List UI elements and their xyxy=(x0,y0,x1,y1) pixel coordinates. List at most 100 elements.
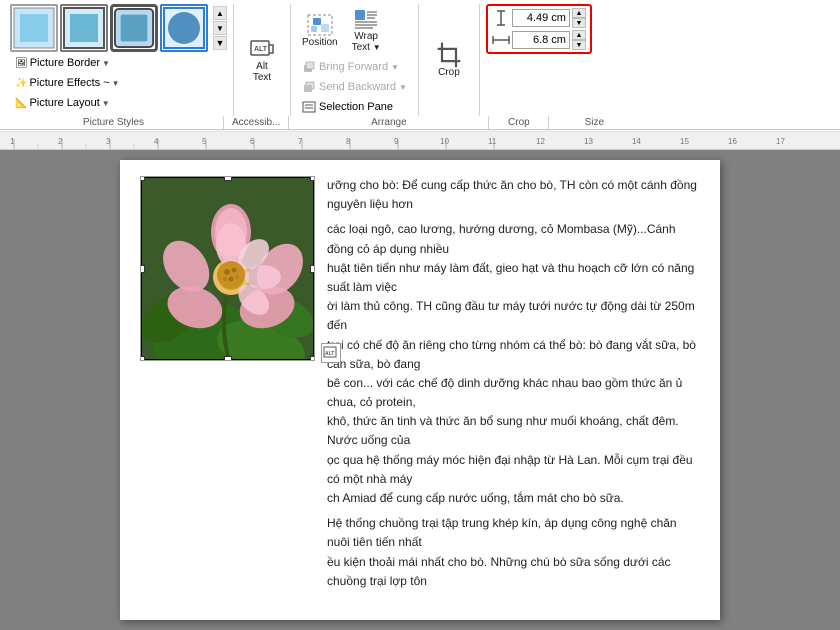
svg-text:12: 12 xyxy=(536,137,545,146)
ps-style-3[interactable] xyxy=(110,4,158,52)
svg-text:17: 17 xyxy=(776,137,785,146)
selection-pane-btn[interactable]: Selection Pane xyxy=(297,98,412,116)
alt-text-floating-btn[interactable]: ALT xyxy=(321,343,341,363)
svg-text:13: 13 xyxy=(584,137,593,146)
svg-text:10: 10 xyxy=(440,137,449,146)
bring-forward-arrow: ▼ xyxy=(391,63,399,72)
send-backward-btn[interactable]: Send Backward ▼ xyxy=(297,78,412,96)
width-input[interactable] xyxy=(512,31,570,49)
ribbon: ▲ ▼ ▼ 🖼 Picture Border ▼ ✨ Picture Effec… xyxy=(0,0,840,130)
svg-text:16: 16 xyxy=(728,137,737,146)
svg-text:15: 15 xyxy=(680,137,689,146)
text-para-3: Hệ thống chuồng trại tập trung khép kín,… xyxy=(327,514,700,591)
handle-middle-left[interactable] xyxy=(140,265,145,273)
document-text: ưỡng cho bò: Để cung cấp thức ăn cho bò,… xyxy=(327,176,700,597)
width-spin-down[interactable]: ▼ xyxy=(572,40,586,50)
picture-style-dropdowns: 🖼 Picture Border ▼ ✨ Picture Effects ~ ▼… xyxy=(10,54,227,112)
width-spin: ▲ ▼ xyxy=(572,30,586,50)
width-input-row: ▲ ▼ xyxy=(492,30,586,50)
handle-bottom-left[interactable] xyxy=(140,356,145,361)
alt-text-label: AltText xyxy=(253,61,271,83)
send-backward-label: Send Backward xyxy=(319,81,396,93)
svg-text:11: 11 xyxy=(488,137,497,146)
crop-label: Crop xyxy=(438,67,460,78)
width-spin-up[interactable]: ▲ xyxy=(572,30,586,40)
picture-effects-icon: ✨ xyxy=(15,78,27,89)
image-container: ALT xyxy=(140,176,315,361)
document-page: ALT ưỡng cho bò: Để cung cấp thức ăn cho… xyxy=(120,160,720,620)
accessibility-group: ALT AltText xyxy=(234,4,291,116)
text-para-1: ưỡng cho bò: Để cung cấp thức ăn cho bò,… xyxy=(327,176,700,214)
ps-style-2[interactable] xyxy=(60,4,108,52)
picture-styles-group: ▲ ▼ ▼ 🖼 Picture Border ▼ ✨ Picture Effec… xyxy=(4,4,234,116)
ps-style-4[interactable] xyxy=(160,4,208,52)
crop-icon xyxy=(435,43,463,67)
picture-layout-arrow: ▼ xyxy=(102,99,110,108)
arrange-bottom-col: Bring Forward ▼ Send Backward ▼ Selectio… xyxy=(297,58,412,116)
ruler-svg: 1 2 3 4 5 6 7 8 9 10 11 12 13 14 15 16 1… xyxy=(0,131,840,149)
picture-effects-label: Picture Effects ~ xyxy=(29,77,109,89)
picture-styles-gallery-row: ▲ ▼ ▼ xyxy=(10,4,227,52)
send-backward-arrow: ▼ xyxy=(399,83,407,92)
svg-text:14: 14 xyxy=(632,137,641,146)
picture-styles-scroll: ▲ ▼ ▼ xyxy=(213,6,227,50)
ps-scroll-up[interactable]: ▲ xyxy=(213,6,227,20)
picture-effects-btn[interactable]: ✨ Picture Effects ~ ▼ xyxy=(10,74,227,92)
size-label: Size xyxy=(549,116,639,129)
position-icon xyxy=(306,13,334,37)
alt-text-container: ALT AltText xyxy=(242,4,282,116)
position-btn[interactable]: Position xyxy=(297,10,343,51)
crop-group: Crop xyxy=(419,4,480,116)
picture-layout-label: Picture Layout xyxy=(29,97,99,109)
bring-forward-label: Bring Forward xyxy=(319,61,388,73)
svg-text:ALT: ALT xyxy=(325,351,334,357)
height-input[interactable] xyxy=(512,9,570,27)
height-spin: ▲ ▼ xyxy=(572,8,586,28)
handle-bottom-right[interactable] xyxy=(310,356,315,361)
handle-top-center[interactable] xyxy=(224,176,232,181)
accessibility-label: Accessib... xyxy=(224,116,289,129)
image-box[interactable] xyxy=(140,176,315,361)
handle-top-right[interactable] xyxy=(310,176,315,181)
arrange-group: Position W xyxy=(291,4,419,116)
ruler: 1 2 3 4 5 6 7 8 9 10 11 12 13 14 15 16 1… xyxy=(0,130,840,150)
handle-bottom-center[interactable] xyxy=(224,356,232,361)
picture-layout-btn[interactable]: 📐 Picture Layout ▼ xyxy=(10,94,227,112)
handle-top-left[interactable] xyxy=(140,176,145,181)
picture-border-label: Picture Border xyxy=(30,57,100,69)
arrange-label: Arrange xyxy=(289,116,489,129)
picture-border-icon: 🖼 xyxy=(15,58,28,69)
height-spin-up[interactable]: ▲ xyxy=(572,8,586,18)
height-icon xyxy=(492,10,510,26)
crop-label-row: Crop xyxy=(489,116,549,129)
picture-border-arrow: ▼ xyxy=(102,59,110,68)
selection-pane-label: Selection Pane xyxy=(319,101,393,113)
ps-scroll-down[interactable]: ▼ xyxy=(213,21,227,35)
selection-border xyxy=(141,177,314,360)
height-input-row: ▲ ▼ xyxy=(492,8,586,28)
handle-middle-right[interactable] xyxy=(310,265,315,273)
svg-text:ALT: ALT xyxy=(254,46,268,53)
crop-btn[interactable]: Crop xyxy=(425,4,473,116)
picture-styles-gallery xyxy=(10,4,208,52)
position-label: Position xyxy=(302,37,338,48)
wrap-text-btn[interactable]: WrapText ▼ xyxy=(347,4,386,56)
height-spin-down[interactable]: ▼ xyxy=(572,18,586,28)
size-group: ▲ ▼ ▲ ▼ xyxy=(480,4,598,116)
ps-style-1[interactable] xyxy=(10,4,58,52)
arrange-top-row: Position W xyxy=(297,4,412,56)
size-inputs-highlight: ▲ ▼ ▲ ▼ xyxy=(486,4,592,54)
alt-text-icon: ALT xyxy=(248,37,276,61)
document-area: ALT ưỡng cho bò: Để cung cấp thức ăn cho… xyxy=(0,150,840,630)
ps-scroll-more[interactable]: ▼ xyxy=(213,36,227,50)
wrap-text-label: WrapText ▼ xyxy=(352,31,381,53)
ribbon-labels-row: Picture Styles Accessib... Arrange Crop … xyxy=(0,116,840,129)
wrap-text-icon xyxy=(352,7,380,31)
picture-effects-arrow: ▼ xyxy=(112,79,120,88)
picture-styles-label: Picture Styles xyxy=(4,116,224,129)
text-para-2: các loại ngô, cao lương, hướng dương, cỏ… xyxy=(327,220,700,508)
bring-forward-btn[interactable]: Bring Forward ▼ xyxy=(297,58,412,76)
picture-border-btn[interactable]: 🖼 Picture Border ▼ xyxy=(10,54,227,72)
width-icon xyxy=(492,32,510,48)
alt-text-btn[interactable]: ALT AltText xyxy=(242,34,282,86)
